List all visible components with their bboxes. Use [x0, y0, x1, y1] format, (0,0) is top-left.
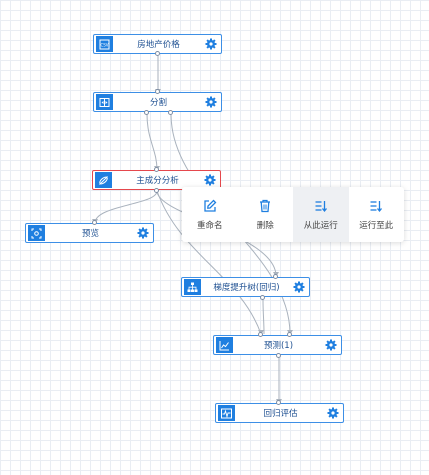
output-port[interactable]	[260, 295, 265, 300]
node-label: 预览	[81, 229, 99, 239]
menu-item-label: 从此运行	[303, 220, 338, 231]
node-label: 分割	[149, 98, 167, 108]
node-preview[interactable]: 预览	[25, 223, 154, 243]
workflow-canvas[interactable]: CSV 房地产价格 分割 主成分分析 预览 梯度提升树(回归) 预测(1) 回归…	[0, 0, 429, 475]
input-port[interactable]	[287, 332, 292, 337]
menu-item-run-from-here[interactable]: 从此运行	[293, 187, 349, 242]
input-port[interactable]	[258, 332, 263, 337]
trash-icon	[258, 199, 272, 213]
output-port[interactable]	[168, 110, 173, 115]
edge	[146, 113, 158, 171]
run-from-here-icon	[314, 199, 328, 213]
input-port[interactable]	[92, 220, 97, 225]
input-port[interactable]	[273, 274, 278, 279]
node-gbrt[interactable]: 梯度提升树(回归)	[181, 277, 310, 297]
run-to-here-icon	[369, 199, 383, 213]
node-regression-eval[interactable]: 回归评估	[215, 403, 344, 423]
split-icon	[96, 94, 113, 110]
menu-item-label: 删除	[256, 220, 274, 231]
node-split[interactable]: 分割	[93, 92, 222, 112]
node-label: 主成分分析	[136, 176, 179, 186]
tree-icon	[184, 279, 201, 295]
menu-item-label: 重命名	[196, 220, 223, 231]
chart-icon	[216, 337, 233, 353]
svg-text:CSV: CSV	[100, 42, 108, 47]
edge	[94, 190, 158, 224]
input-port[interactable]	[154, 167, 159, 172]
menu-item-run-to-here[interactable]: 运行至此	[349, 187, 405, 242]
gear-icon[interactable]	[326, 406, 340, 420]
gear-icon[interactable]	[204, 37, 218, 51]
dataset-icon: CSV	[96, 36, 113, 52]
gear-icon[interactable]	[204, 95, 218, 109]
menu-item-rename[interactable]: 重命名	[182, 187, 238, 242]
edit-icon	[203, 199, 217, 213]
gear-icon[interactable]	[324, 338, 338, 352]
preview-icon	[28, 225, 45, 241]
gear-icon[interactable]	[292, 280, 306, 294]
node-label: 梯度提升树(回归)	[213, 283, 280, 293]
input-port[interactable]	[276, 400, 281, 405]
output-port[interactable]	[155, 51, 160, 56]
node-label: 房地产价格	[137, 40, 180, 50]
node-label: 回归评估	[263, 409, 298, 419]
menu-item-label: 运行至此	[359, 220, 394, 231]
node-context-menu: 重命名 删除 从此运行 运行至此	[182, 187, 404, 242]
output-port[interactable]	[276, 353, 281, 358]
pca-icon	[95, 172, 112, 188]
input-port[interactable]	[155, 89, 160, 94]
evaluate-icon	[218, 405, 235, 421]
output-port[interactable]	[154, 188, 159, 193]
menu-item-delete[interactable]: 删除	[238, 187, 294, 242]
node-label: 预测(1)	[263, 341, 294, 351]
edge	[262, 298, 265, 335]
node-predict[interactable]: 预测(1)	[213, 335, 342, 355]
gear-icon[interactable]	[136, 226, 150, 240]
output-port[interactable]	[144, 110, 149, 115]
gear-icon[interactable]	[203, 173, 217, 187]
